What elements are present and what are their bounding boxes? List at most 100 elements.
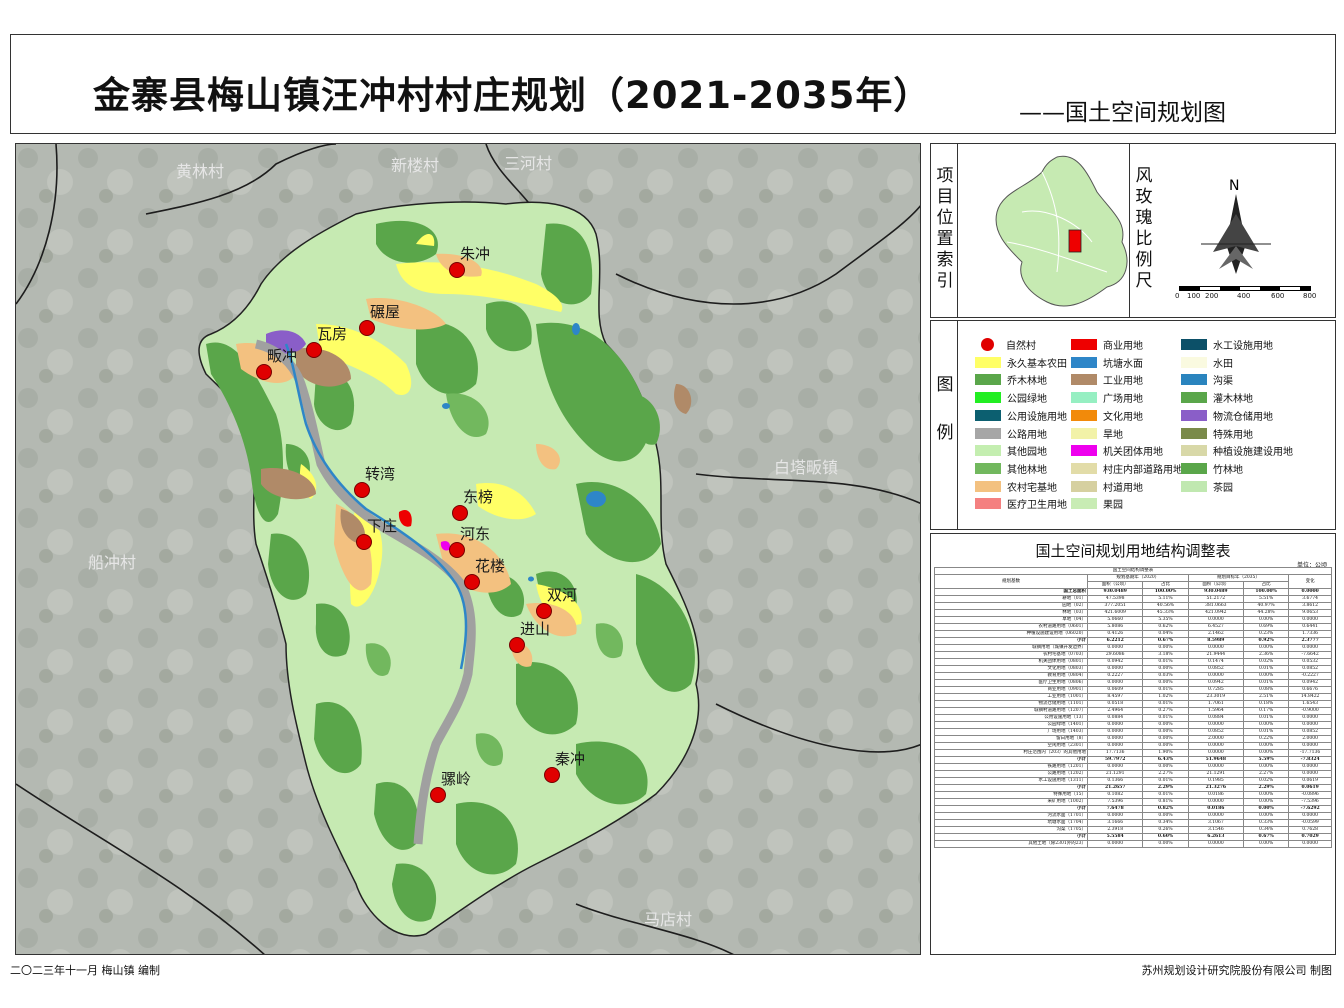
table-cell: 0.00% <box>1142 735 1189 743</box>
table-cell: -7.8324 <box>1288 756 1332 764</box>
table-cell: 坑塘水面（1704） <box>934 819 1088 827</box>
table-cell: 0.00% <box>1243 805 1290 813</box>
table-cell: 5.59% <box>1243 756 1290 764</box>
table-row: 农村道路用地（0601） 5.8086 0.62% 6.4527 0.69% 0.6441 <box>934 623 1332 631</box>
legend-swatch <box>1181 374 1207 386</box>
table-cell: 文化用地（0803） <box>934 665 1088 673</box>
table-row: 耕地（01） 47.5398 5.11% 51.2172 5.51% 3.6774 <box>934 595 1332 603</box>
village-marker[interactable] <box>359 320 375 336</box>
table-cell: 0.0000 <box>1288 763 1332 771</box>
legend-item: 公路用地 <box>975 426 1047 441</box>
table-cell: -0.0599 <box>1288 819 1332 827</box>
legend-swatch <box>975 427 1001 439</box>
legend-item: 其他林地 <box>975 461 1047 476</box>
table-cell: 21.3276 <box>1187 784 1245 792</box>
village-marker[interactable] <box>452 505 468 521</box>
village-label: 朱冲 <box>460 245 491 263</box>
table-cell: 0.1082 <box>1086 791 1144 799</box>
location-panel: 项目位置索引 风玫瑰比例尺 N 0 100 200 400 600 800 <box>930 143 1336 318</box>
legend-swatch <box>1071 427 1097 439</box>
legend-item: 种植设施建设用地 <box>1181 443 1293 458</box>
table-cell: 1.5964 <box>1187 707 1245 715</box>
table-cell: -7.6292 <box>1288 805 1332 813</box>
table-cell: 0.08% <box>1243 686 1290 694</box>
village-label: 畈冲 <box>267 347 298 365</box>
legend-item: 公用设施用地 <box>975 408 1067 423</box>
table-cell: 0.00% <box>1142 644 1189 652</box>
table-cell: 0.01% <box>1243 679 1290 687</box>
table-cell: 930.0489 <box>1086 588 1144 596</box>
village-marker[interactable] <box>509 637 525 653</box>
table-cell: 0.34% <box>1243 826 1290 834</box>
village-marker[interactable] <box>356 534 372 550</box>
table-cell: 0.0000 <box>1288 812 1332 820</box>
table-cell: 0.0000 <box>1187 798 1245 806</box>
table-cell: 0.0000 <box>1288 840 1332 848</box>
table-cell: 0.0000 <box>1288 644 1332 652</box>
table-row: 其他土地（除2301外的23） 0.0000 0.00% 0.0000 0.00% 0.0… <box>934 840 1332 848</box>
table-cell: 0.0942 <box>1187 679 1245 687</box>
table-cell: 0.0000 <box>1288 721 1332 729</box>
legend-item-label: 农村宅基地 <box>1007 482 1057 494</box>
land-use-map[interactable] <box>16 144 921 955</box>
village-marker[interactable] <box>536 603 552 619</box>
village-marker[interactable] <box>306 342 322 358</box>
legend-item-label: 果园 <box>1103 500 1123 512</box>
legend-swatch <box>1071 462 1097 474</box>
legend-item: 商业用地 <box>1071 337 1143 352</box>
table-cell: 0.0000 <box>1187 616 1245 624</box>
table-cell: 耕地（01） <box>934 595 1088 603</box>
table-row: 河流水面（1701） 0.0000 0.00% 0.0000 0.00% 0.0000 <box>934 812 1332 820</box>
legend-item-label: 医疗卫生用地 <box>1007 500 1067 512</box>
legend-swatch <box>975 498 1001 510</box>
table-cell: 0.01% <box>1142 658 1189 666</box>
table-row: 公园绿地（1401） 0.0000 0.00% 0.0000 0.00% 0.0000 <box>934 721 1332 729</box>
table-cell: 5.51% <box>1243 595 1290 603</box>
village-marker[interactable] <box>449 262 465 278</box>
village-marker[interactable] <box>449 542 465 558</box>
table-cell: 0.0619 <box>1288 777 1332 785</box>
legend-item-label: 广场用地 <box>1103 394 1143 406</box>
village-marker[interactable] <box>464 574 480 590</box>
table-row: 广场用地（1403） 0.0000 0.00% 0.0852 0.01% 0.0852 <box>934 728 1332 736</box>
table-cell: 0.0000 <box>1086 812 1144 820</box>
table-cell: 0.01% <box>1243 728 1290 736</box>
table-cell: 17.7136 <box>1086 749 1144 757</box>
table-cell: 0.81% <box>1142 798 1189 806</box>
table-header: 规划基期年（2020） <box>1087 574 1189 582</box>
village-marker[interactable] <box>256 364 272 380</box>
table-cell: 421.6009 <box>1086 609 1144 617</box>
wind-rose: N <box>1201 178 1271 274</box>
page-subtitle: ——国土空间规划图 <box>1019 100 1226 126</box>
village-marker[interactable] <box>354 482 370 498</box>
scale-tick: 800 <box>1303 292 1317 300</box>
table-cell: -17.7136 <box>1288 749 1332 757</box>
legend-item-label: 坑塘水面 <box>1103 358 1143 370</box>
table-cell: 0.00% <box>1142 742 1189 750</box>
table-cell: 0.0000 <box>1187 721 1245 729</box>
table-row: 村庄范围内（203）的其他用地 17.7136 1.90% 0.0000 0.00% -1… <box>934 749 1332 757</box>
village-marker[interactable] <box>430 787 446 803</box>
map-panel[interactable]: 黄林村 新楼村 三河村 白塔畈镇 船冲村 马店村 朱冲 碾屋 瓦房 畈冲 转湾 东榜 下庄 河… <box>15 143 921 955</box>
village-label: 双河 <box>547 586 578 604</box>
table-cell: 采矿用地（1002） <box>934 798 1088 806</box>
legend-item: 旱地 <box>1071 426 1123 441</box>
table-row: 林地（03） 421.6009 45.33% 421.0942 44.28% 9.0653 <box>934 609 1332 617</box>
table-cell: 公路用地（1202） <box>934 770 1088 778</box>
table-cell: 0.67% <box>1142 637 1189 645</box>
legend-item: 灌木林地 <box>1181 390 1253 405</box>
village-label: 转湾 <box>365 465 396 483</box>
table-cell: 0.7029 <box>1288 833 1332 841</box>
table-cell: 工业用地（1001） <box>934 693 1088 701</box>
table-cell: 1.90% <box>1142 749 1189 757</box>
location-index-label: 项目位置索引 <box>936 166 954 291</box>
table-cell: 47.5398 <box>1086 595 1144 603</box>
legend-item: 文化用地 <box>1071 408 1143 423</box>
table-cell: 0.00% <box>1142 721 1189 729</box>
village-marker[interactable] <box>544 767 560 783</box>
table-cell: 农村道路用地（0601） <box>934 623 1088 631</box>
table-row: 城镇村道路用地（1207） 2.4964 0.27% 1.5964 0.17% -0.90… <box>934 707 1332 715</box>
table-cell: -0.0896 <box>1288 791 1332 799</box>
table-row: 草地（04） 5.0660 5.35% 0.0000 0.00% 0.0000 <box>934 616 1332 624</box>
legend-item-label: 文化用地 <box>1103 411 1143 423</box>
